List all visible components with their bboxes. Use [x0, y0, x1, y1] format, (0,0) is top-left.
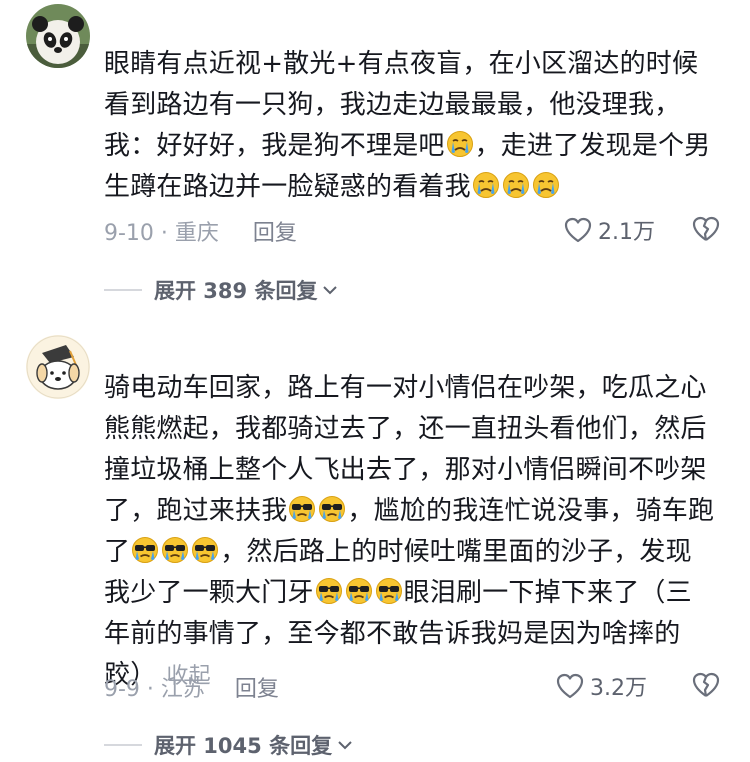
- comment-text: 眼睛有点近视+散光+有点夜盲，在小区溜达的时候看到路边有一只狗，我边走边最最最，…: [104, 44, 716, 208]
- dislike-button[interactable]: [692, 671, 720, 699]
- like-count: 2.1万: [598, 220, 655, 245]
- expand-label: 展开 1045 条回复: [154, 734, 333, 758]
- sunglasses-crying-emoji: [318, 495, 346, 523]
- sunglasses-crying-emoji: [288, 495, 316, 523]
- dislike-button[interactable]: [692, 215, 720, 243]
- expand-replies-button[interactable]: 展开 389 条回复: [104, 275, 339, 305]
- like-button[interactable]: 3.2万: [556, 670, 647, 702]
- date-location: 9-9 · 江苏: [104, 677, 205, 702]
- comment-text: 骑电动车回家，路上有一对小情侣在吵架，吃瓜之心熊熊燃起，我都骑过去了，还一直扭头…: [104, 368, 716, 697]
- expand-label: 展开 389 条回复: [154, 279, 318, 303]
- like-count: 3.2万: [590, 676, 647, 701]
- sunglasses-crying-emoji: [345, 577, 373, 605]
- chevron-down-icon: [338, 741, 352, 750]
- divider-line: [104, 744, 142, 746]
- sunglasses-crying-emoji: [161, 536, 189, 564]
- divider-line: [104, 289, 142, 291]
- panda-avatar[interactable]: [26, 4, 90, 68]
- reply-button[interactable]: 回复: [253, 215, 297, 247]
- expand-replies-button[interactable]: 展开 1045 条回复: [104, 730, 354, 760]
- comment-meta: 9-10 · 重庆 回复: [104, 215, 297, 247]
- crying-emoji: [472, 171, 500, 199]
- comment-meta: 9-9 · 江苏 回复: [104, 671, 279, 703]
- chevron-down-icon: [323, 286, 338, 295]
- cartoon-dog-avatar[interactable]: [26, 335, 90, 399]
- sunglasses-crying-emoji: [191, 536, 219, 564]
- reply-button[interactable]: 回复: [235, 671, 279, 703]
- broken-heart-icon: [692, 216, 720, 241]
- heart-icon: [556, 673, 584, 699]
- crying-emoji: [446, 130, 474, 158]
- heart-icon: [564, 217, 592, 243]
- sunglasses-crying-emoji: [131, 536, 159, 564]
- broken-heart-icon: [692, 672, 720, 697]
- like-button[interactable]: 2.1万: [564, 214, 655, 246]
- crying-emoji: [532, 171, 560, 199]
- sunglasses-crying-emoji: [375, 577, 403, 605]
- crying-emoji: [502, 171, 530, 199]
- date-location: 9-10 · 重庆: [104, 221, 219, 246]
- sunglasses-crying-emoji: [315, 577, 343, 605]
